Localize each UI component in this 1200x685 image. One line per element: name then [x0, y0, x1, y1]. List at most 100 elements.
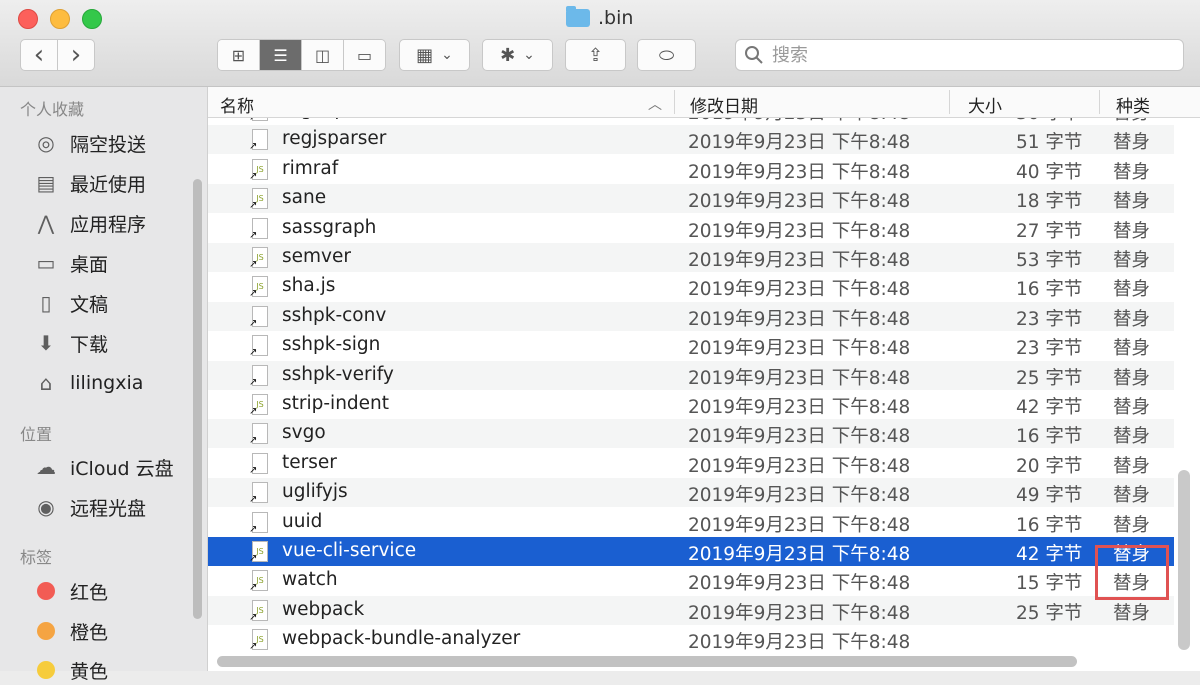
back-button[interactable]: ‹	[20, 39, 58, 71]
group-by-button[interactable]: ▦ ⌄	[399, 39, 470, 71]
file-name: watch	[282, 569, 338, 591]
file-modified-date: 2019年9月23日 下午8:48	[688, 279, 911, 301]
forward-arrow-icon: ›	[70, 40, 82, 70]
column-size-header[interactable]: 大小	[968, 92, 1002, 117]
file-name: regexp-tree	[282, 118, 390, 120]
sidebar-scrollbar[interactable]	[193, 179, 202, 619]
search-field[interactable]	[735, 39, 1184, 71]
file-name: uuid	[282, 510, 323, 532]
column-header: 名称 ︿ 修改日期 大小 种类	[208, 87, 1200, 118]
file-list-horizontal-scrollbar[interactable]	[217, 656, 1077, 667]
file-kind: 替身	[1113, 602, 1151, 624]
column-view-button[interactable]: ◫	[302, 40, 344, 70]
file-modified-date: 2019年9月23日 下午8:48	[688, 514, 911, 536]
file-kind: 替身	[1113, 118, 1150, 125]
red-tag-dot-icon	[37, 582, 55, 600]
file-row[interactable]: JS sha.js 2019年9月23日 下午8:48 16 字节 替身	[208, 272, 1174, 301]
sidebar-item-downloads[interactable]: ⬇ 下载	[32, 328, 108, 358]
column-kind-header[interactable]: 种类	[1116, 92, 1150, 117]
sidebar-item-recents[interactable]: ▤ 最近使用	[32, 168, 146, 198]
file-row[interactable]: sassgraph 2019年9月23日 下午8:48 27 字节 替身	[208, 214, 1174, 243]
file-row[interactable]: JSwatch2019年9月23日 下午8:4815 字节替身	[208, 566, 1174, 595]
file-name: regjsparser	[282, 128, 387, 150]
file-row[interactable]: JS rimraf 2019年9月23日 下午8:48 40 字节 替身	[208, 155, 1174, 184]
sidebar-item-tag-yellow[interactable]: 黄色	[32, 655, 108, 685]
list-view-button[interactable]: ☰	[260, 40, 302, 70]
file-size: 51 字节	[1016, 132, 1083, 154]
file-kind: 替身	[1113, 485, 1151, 507]
js-alias-file-icon: JS	[252, 394, 268, 415]
file-row[interactable]: regjsparser 2019年9月23日 下午8:48 51 字节 替身	[208, 125, 1174, 155]
sidebar-item-applications[interactable]: ⋀ 应用程序	[32, 208, 146, 238]
chevron-down-icon: ⌄	[441, 47, 453, 63]
airdrop-icon: ◎	[37, 131, 55, 155]
file-kind: 替身	[1113, 514, 1151, 536]
file-kind: 替身	[1113, 161, 1151, 183]
file-row[interactable]: sshpk-sign 2019年9月23日 下午8:48 23 字节 替身	[208, 331, 1174, 360]
file-name: sshpk-sign	[282, 334, 381, 356]
sidebar-item-remote-disc[interactable]: ◉ 远程光盘	[32, 492, 146, 522]
file-modified-date: 2019年9月23日 下午8:48	[688, 161, 911, 183]
sort-ascending-icon[interactable]: ︿	[648, 94, 662, 114]
js-alias-file-icon: JS	[252, 599, 268, 621]
file-size: 42 字节	[1016, 544, 1083, 565]
sidebar-item-label: 红色	[70, 581, 109, 604]
file-modified-date: 2019年9月23日 下午8:48	[688, 602, 911, 624]
file-row[interactable]: terser 2019年9月23日 下午8:48 20 字节 替身	[208, 449, 1174, 478]
minimize-window-button[interactable]	[50, 9, 70, 29]
file-modified-date: 2019年9月23日 下午8:48	[688, 308, 911, 330]
file-size: 53 字节	[1016, 250, 1083, 271]
zoom-window-button[interactable]	[82, 9, 102, 29]
search-input[interactable]	[770, 43, 1154, 67]
column-divider[interactable]	[949, 90, 950, 114]
sidebar-item-tag-red[interactable]: 红色	[32, 576, 108, 606]
alias-file-icon	[252, 364, 268, 386]
file-list-vertical-scrollbar[interactable]	[1178, 470, 1190, 650]
column-divider[interactable]	[674, 90, 675, 114]
file-row[interactable]: JS sane 2019年9月23日 下午8:48 18 字节 替身	[208, 184, 1174, 214]
sidebar-item-documents[interactable]: ▯ 文稿	[32, 288, 108, 318]
file-modified-date: 2019年9月23日 下午8:48	[688, 220, 911, 242]
column-name-header[interactable]: 名称	[220, 92, 254, 117]
file-row[interactable]: sshpk-verify 2019年9月23日 下午8:48 25 字节 替身	[208, 360, 1174, 390]
sidebar-item-label: 远程光盘	[70, 497, 147, 520]
file-row-selected[interactable]: JSvue-cli-service2019年9月23日 下午8:4842 字节替…	[208, 537, 1174, 566]
file-row[interactable]: regexp-tree 2019年9月23日 下午8:48 30 字节 替身	[208, 118, 1174, 125]
column-divider[interactable]	[1099, 90, 1100, 114]
file-row[interactable]: JS webpack-bundle-analyzer 2019年9月23日 下午8:…	[208, 625, 1174, 654]
file-row[interactable]: JS webpack 2019年9月23日 下午8:48 25 字节 替身	[208, 595, 1174, 625]
tags-button[interactable]: ⬭	[637, 39, 696, 71]
file-row[interactable]: svgo 2019年9月23日 下午8:48 16 字节 替身	[208, 419, 1174, 449]
sidebar-item-desktop[interactable]: ▭ 桌面	[32, 248, 108, 278]
file-row[interactable]: uglifyjs 2019年9月23日 下午8:48 49 字节 替身	[208, 478, 1174, 508]
sidebar-item-home[interactable]: ⌂ lilingxia	[32, 368, 144, 398]
file-size: 15 字节	[1016, 573, 1083, 595]
file-row[interactable]: uuid 2019年9月23日 下午8:48 16 字节 替身	[208, 508, 1174, 537]
file-size: 49 字节	[1016, 485, 1083, 507]
file-size: 18 字节	[1016, 191, 1083, 213]
alias-file-icon	[252, 452, 268, 474]
view-mode-switcher: ⊞ ☰ ◫ ▭	[217, 39, 386, 71]
action-menu-button[interactable]: ✱ ⌄	[482, 39, 553, 71]
grid-icon: ⊞	[231, 45, 246, 65]
sidebar-item-airdrop[interactable]: ◎ 隔空投送	[32, 128, 146, 158]
file-row[interactable]: JS strip-indent 2019年9月23日 下午8:48 42 字节 替身	[208, 390, 1174, 419]
file-name: vue-cli-service	[282, 540, 417, 561]
documents-icon: ▯	[40, 291, 52, 315]
desktop-icon: ▭	[36, 251, 56, 275]
share-button[interactable]: ⇪	[565, 39, 626, 71]
sidebar-item-icloud[interactable]: ☁ iCloud 云盘	[32, 452, 174, 482]
js-alias-file-icon: JS	[252, 570, 268, 592]
forward-button[interactable]: ›	[57, 39, 95, 71]
file-row[interactable]: sshpk-conv 2019年9月23日 下午8:48 23 字节 替身	[208, 301, 1174, 331]
icon-view-button[interactable]: ⊞	[218, 40, 260, 70]
close-window-button[interactable]	[18, 9, 38, 29]
file-row[interactable]: JS semver 2019年9月23日 下午8:48 53 字节 替身	[208, 243, 1174, 272]
column-date-header[interactable]: 修改日期	[690, 92, 758, 117]
file-kind: 替身	[1113, 308, 1151, 330]
js-alias-file-icon: JS	[252, 276, 268, 298]
file-modified-date: 2019年9月23日 下午8:48	[688, 191, 911, 213]
sidebar-item-tag-orange[interactable]: 橙色	[32, 616, 108, 646]
file-kind: 替身	[1113, 220, 1151, 242]
gallery-view-button[interactable]: ▭	[344, 40, 385, 70]
